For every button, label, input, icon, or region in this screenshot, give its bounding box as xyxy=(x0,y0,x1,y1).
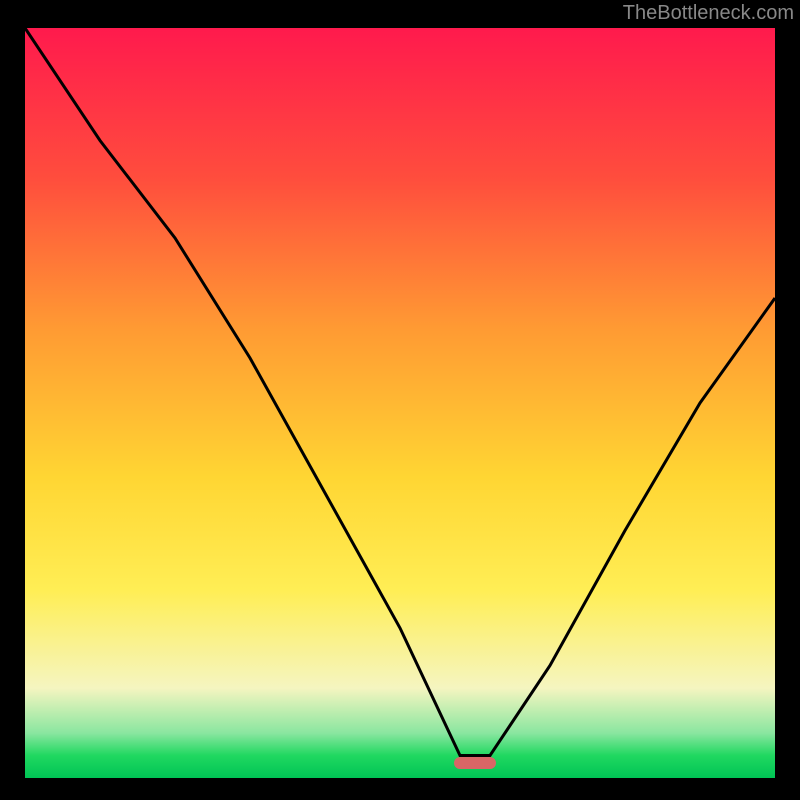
optimal-marker xyxy=(454,757,496,769)
bottleneck-chart xyxy=(25,28,775,778)
watermark-label: TheBottleneck.com xyxy=(623,2,794,25)
plot-area xyxy=(25,28,775,778)
gradient-background xyxy=(25,28,775,778)
chart-container: TheBottleneck.com xyxy=(0,0,800,800)
